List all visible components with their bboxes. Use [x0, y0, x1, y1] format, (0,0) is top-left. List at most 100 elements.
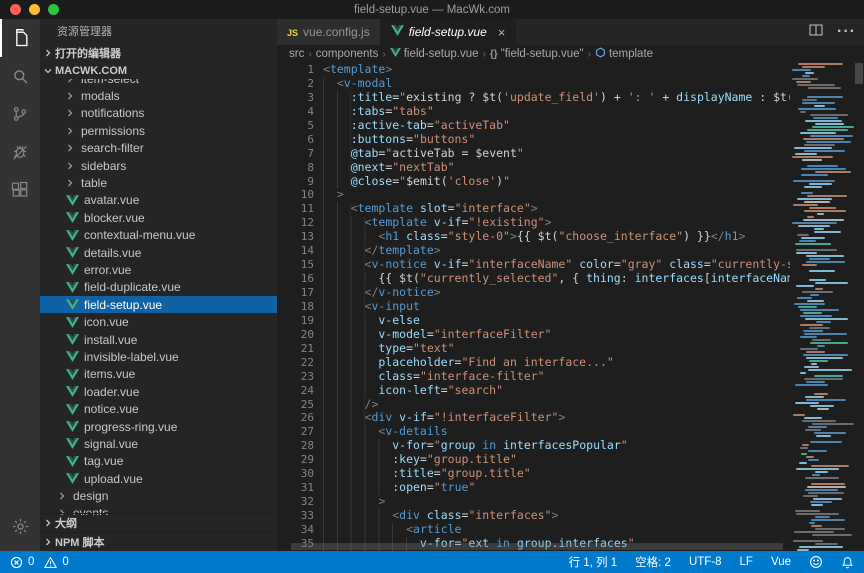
close-tab-icon[interactable]: ×	[498, 25, 506, 40]
vertical-scrollbar-thumb[interactable]	[855, 63, 863, 84]
tree-item-modals[interactable]: modals	[40, 87, 277, 104]
breadcrumb-item-template[interactable]: template	[595, 47, 653, 61]
open-editors-section[interactable]: 打开的编辑器	[40, 44, 277, 62]
code-line[interactable]: 28v-for="group in interfacesPopular"	[277, 439, 790, 453]
code-line[interactable]: 15<v-notice v-if="interfaceName" color="…	[277, 258, 790, 272]
tree-item-design[interactable]: design	[40, 487, 277, 504]
breadcrumb-item-field-setup.vue[interactable]: field-setup.vue	[390, 48, 479, 60]
code-line[interactable]: 26<div v-if="!interfaceFilter">	[277, 411, 790, 425]
code-line[interactable]: 14</template>	[277, 244, 790, 258]
tab-field-setup.vue[interactable]: field-setup.vue×	[381, 19, 517, 45]
tree-item-blocker.vue[interactable]: blocker.vue	[40, 209, 277, 226]
status-eol[interactable]: LF	[740, 556, 753, 568]
tree-item-search-filter[interactable]: search-filter	[40, 140, 277, 157]
status-language-mode[interactable]: Vue	[771, 556, 791, 568]
tree-item-notice.vue[interactable]: notice.vue	[40, 400, 277, 417]
code-line[interactable]: 2<v-modal	[277, 77, 790, 91]
code-line[interactable]: 16{{ $t("currently_selected", { thing: i…	[277, 272, 790, 286]
more-actions-icon[interactable]: ···	[837, 23, 856, 41]
split-editor-icon[interactable]	[809, 23, 823, 42]
minimap[interactable]	[790, 63, 854, 551]
outline-section[interactable]: 大纲	[40, 513, 277, 532]
minimize-window-button[interactable]	[29, 4, 40, 15]
code-line[interactable]: 22placeholder="Find an interface..."	[277, 356, 790, 370]
tree-item-avatar.vue[interactable]: avatar.vue	[40, 192, 277, 209]
tree-item-contextual-menu.vue[interactable]: contextual-menu.vue	[40, 227, 277, 244]
tree-item-details.vue[interactable]: details.vue	[40, 244, 277, 261]
error-count[interactable]: 0	[10, 556, 34, 569]
tree-item-items.vue[interactable]: items.vue	[40, 366, 277, 383]
feedback-smiley-icon[interactable]	[809, 555, 823, 569]
code-line[interactable]: 33<div class="interfaces">	[277, 509, 790, 523]
tree-item-field-duplicate.vue[interactable]: field-duplicate.vue	[40, 279, 277, 296]
tree-item-progress-ring.vue[interactable]: progress-ring.vue	[40, 418, 277, 435]
code-line[interactable]: 34<article	[277, 523, 790, 537]
code-line[interactable]: 19v-else	[277, 314, 790, 328]
code-line[interactable]: 23class="interface-filter"	[277, 370, 790, 384]
code-line[interactable]: 30:title="group.title"	[277, 467, 790, 481]
settings-gear-icon[interactable]	[0, 507, 40, 545]
problems-status[interactable]: 00	[10, 556, 69, 569]
tree-item-upload.vue[interactable]: upload.vue	[40, 470, 277, 487]
tree-item-icon.vue[interactable]: icon.vue	[40, 313, 277, 330]
extensions-icon[interactable]	[0, 171, 40, 209]
tree-item-invisible-label.vue[interactable]: invisible-label.vue	[40, 348, 277, 365]
code-line[interactable]: 4:tabs="tabs"	[277, 105, 790, 119]
tree-item-label: sidebars	[81, 159, 126, 173]
bell-icon[interactable]	[841, 556, 854, 569]
code-line[interactable]: 5:active-tab="activeTab"	[277, 119, 790, 133]
tree-item-signal.vue[interactable]: signal.vue	[40, 435, 277, 452]
code-line[interactable]: 24icon-left="search"	[277, 384, 790, 398]
tab-vue.config.js[interactable]: JSvue.config.js	[277, 19, 381, 45]
code-line[interactable]: 21type="text"	[277, 342, 790, 356]
code-line[interactable]: 25/>	[277, 398, 790, 412]
tree-item-error.vue[interactable]: error.vue	[40, 261, 277, 278]
code-line[interactable]: 17</v-notice>	[277, 286, 790, 300]
explorer-icon[interactable]	[0, 19, 40, 57]
search-icon[interactable]	[0, 57, 40, 95]
horizontal-scrollbar[interactable]	[277, 543, 790, 550]
code-line[interactable]: 18<v-input	[277, 300, 790, 314]
debug-icon[interactable]	[0, 133, 40, 171]
code-line[interactable]: 20v-model="interfaceFilter"	[277, 328, 790, 342]
code-line[interactable]: 11<template slot="interface">	[277, 202, 790, 216]
breadcrumb-item-components[interactable]: components	[316, 48, 379, 60]
tree-item-item-select[interactable]: item-select	[40, 79, 277, 87]
warning-count[interactable]: 0	[44, 556, 68, 569]
code-line[interactable]: 7@tab="activeTab = $event"	[277, 147, 790, 161]
tree-item-sidebars[interactable]: sidebars	[40, 157, 277, 174]
tree-item-install.vue[interactable]: install.vue	[40, 331, 277, 348]
code-line[interactable]: 13<h1 class="style-0">{{ $t("choose_inte…	[277, 230, 790, 244]
status-cursor-position[interactable]: 行 1, 列 1	[569, 554, 618, 570]
code-line[interactable]: 1<template>	[277, 63, 790, 77]
breadcrumb-item-src[interactable]: src	[289, 48, 304, 60]
code-line[interactable]: 9@close="$emit('close')"	[277, 175, 790, 189]
vertical-scrollbar[interactable]	[854, 63, 864, 551]
title-bar[interactable]: field-setup.vue — MacWk.com	[0, 0, 864, 19]
code-line[interactable]: 12<template v-if="!existing">	[277, 216, 790, 230]
tree-item-permissions[interactable]: permissions	[40, 122, 277, 139]
code-line[interactable]: 6:buttons="buttons"	[277, 133, 790, 147]
tree-item-field-setup.vue[interactable]: field-setup.vue	[40, 296, 277, 313]
tree-item-tag.vue[interactable]: tag.vue	[40, 453, 277, 470]
code-line[interactable]: 32>	[277, 495, 790, 509]
tree-item-table[interactable]: table	[40, 174, 277, 191]
code-line[interactable]: 3:title="existing ? $t('update_field') +…	[277, 91, 790, 105]
code-line[interactable]: 8@next="nextTab"	[277, 161, 790, 175]
horizontal-scrollbar-thumb[interactable]	[291, 543, 783, 550]
code-editor[interactable]: 1<template>2<v-modal3:title="existing ? …	[277, 63, 790, 551]
source-control-icon[interactable]	[0, 95, 40, 133]
code-line[interactable]: 10>	[277, 188, 790, 202]
code-line[interactable]: 31:open="true"	[277, 481, 790, 495]
npm-scripts-section[interactable]: NPM 脚本	[40, 532, 277, 551]
breadcrumb-item-field-setup.vue[interactable]: {}"field-setup.vue"	[490, 48, 584, 60]
code-line[interactable]: 29:key="group.title"	[277, 453, 790, 467]
tree-item-notifications[interactable]: notifications	[40, 105, 277, 122]
status-indentation[interactable]: 空格: 2	[635, 554, 671, 570]
close-window-button[interactable]	[10, 4, 21, 15]
code-line[interactable]: 27<v-details	[277, 425, 790, 439]
tree-item-loader.vue[interactable]: loader.vue	[40, 383, 277, 400]
workspace-root-section[interactable]: MACWK.COM	[40, 62, 277, 79]
zoom-window-button[interactable]	[48, 4, 59, 15]
status-encoding[interactable]: UTF-8	[689, 556, 722, 568]
